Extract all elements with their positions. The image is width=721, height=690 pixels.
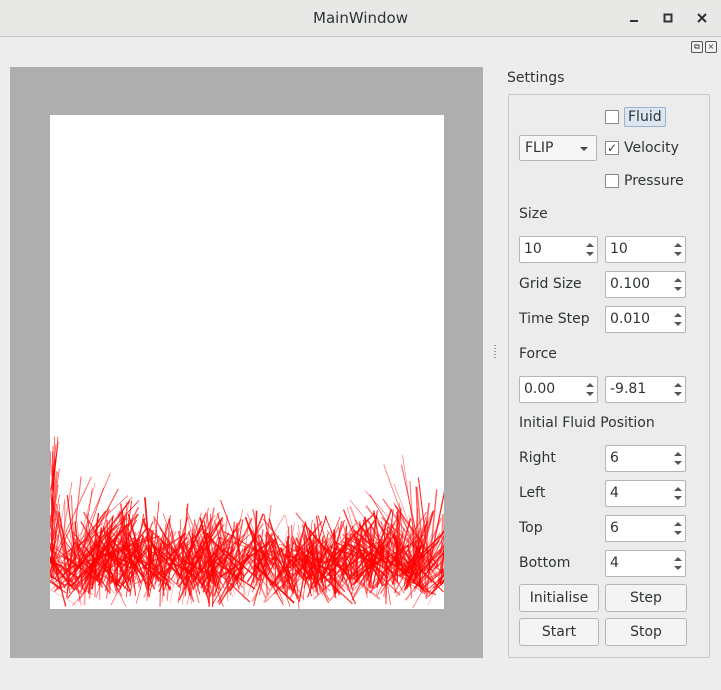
spin-down-icon[interactable]	[674, 322, 682, 326]
spin-down-icon[interactable]	[674, 531, 682, 535]
grid-size-label: Grid Size	[519, 276, 582, 292]
spin-up-icon[interactable]	[674, 313, 682, 317]
size-label: Size	[519, 206, 548, 222]
right-spinbox[interactable]: 6	[605, 445, 686, 472]
spin-up-icon[interactable]	[586, 243, 594, 247]
size-y-spinbox[interactable]: 10	[605, 236, 686, 263]
spin-up-icon[interactable]	[674, 278, 682, 282]
step-button[interactable]: Step	[605, 584, 687, 612]
title-bar: MainWindow	[0, 0, 721, 37]
minimize-icon[interactable]	[624, 8, 644, 28]
spin-up-icon[interactable]	[586, 383, 594, 387]
simulation-domain	[50, 115, 444, 609]
method-select-value: FLIP	[525, 140, 554, 156]
velocity-streaks	[50, 436, 444, 609]
pressure-checkbox-box[interactable]	[605, 174, 619, 188]
velocity-vector	[50, 450, 52, 476]
time-step-value: 0.010	[610, 311, 651, 327]
window-title: MainWindow	[313, 9, 408, 27]
spin-down-icon[interactable]	[674, 461, 682, 465]
spin-down-icon[interactable]	[674, 252, 682, 256]
method-select[interactable]: FLIP	[519, 135, 597, 161]
spin-down-icon[interactable]	[674, 392, 682, 396]
velocity-field	[50, 436, 444, 609]
start-button[interactable]: Start	[519, 618, 599, 646]
right-value: 6	[610, 450, 619, 466]
top-spinbox[interactable]: 6	[605, 515, 686, 542]
initial-fluid-position-label: Initial Fluid Position	[519, 415, 655, 431]
spin-down-icon[interactable]	[674, 496, 682, 500]
spin-up-icon[interactable]	[674, 243, 682, 247]
settings-title: Settings	[507, 70, 565, 86]
fluid-checkbox-box[interactable]	[605, 110, 619, 124]
top-label: Top	[519, 520, 543, 536]
dock-buttons: ⧉ ×	[691, 41, 717, 53]
simulation-view[interactable]	[10, 67, 483, 658]
splitter-handle[interactable]	[494, 345, 496, 359]
spin-up-icon[interactable]	[674, 452, 682, 456]
force-x-value: 0.00	[524, 381, 556, 397]
bottom-spinbox[interactable]: 4	[605, 550, 686, 577]
velocity-checkbox[interactable]: ✓ Velocity	[605, 140, 679, 156]
spin-up-icon[interactable]	[674, 487, 682, 491]
spin-down-icon[interactable]	[674, 566, 682, 570]
left-spinbox[interactable]: 4	[605, 480, 686, 507]
maximize-icon[interactable]	[658, 8, 678, 28]
chevron-down-icon	[580, 147, 588, 151]
spin-down-icon[interactable]	[674, 287, 682, 291]
time-step-spinbox[interactable]: 0.010	[605, 306, 686, 333]
stop-button[interactable]: Stop	[605, 618, 687, 646]
bottom-value: 4	[610, 555, 619, 571]
force-label: Force	[519, 346, 557, 362]
spin-up-icon[interactable]	[674, 383, 682, 387]
fluid-checkbox-label: Fluid	[624, 107, 666, 127]
time-step-label: Time Step	[519, 311, 590, 327]
size-x-spinbox[interactable]: 10	[519, 236, 598, 263]
pressure-checkbox-label: Pressure	[624, 173, 684, 189]
size-x-value: 10	[524, 241, 542, 257]
pressure-checkbox[interactable]: Pressure	[605, 173, 684, 189]
initialise-button[interactable]: Initialise	[519, 584, 599, 612]
right-label: Right	[519, 450, 556, 466]
spin-up-icon[interactable]	[674, 557, 682, 561]
size-y-value: 10	[610, 241, 628, 257]
grid-size-value: 0.100	[610, 276, 651, 292]
close-icon[interactable]	[692, 8, 712, 28]
spin-down-icon[interactable]	[586, 392, 594, 396]
force-x-spinbox[interactable]: 0.00	[519, 376, 598, 403]
top-value: 6	[610, 520, 619, 536]
dock-close-icon[interactable]: ×	[705, 41, 717, 53]
force-y-spinbox[interactable]: -9.81	[605, 376, 686, 403]
fluid-checkbox[interactable]: Fluid	[605, 107, 666, 127]
force-y-value: -9.81	[610, 381, 647, 397]
left-value: 4	[610, 485, 619, 501]
velocity-checkbox-label: Velocity	[624, 140, 679, 156]
dock-float-icon[interactable]: ⧉	[691, 41, 703, 53]
grid-size-spinbox[interactable]: 0.100	[605, 271, 686, 298]
left-label: Left	[519, 485, 546, 501]
velocity-checkbox-box[interactable]: ✓	[605, 141, 619, 155]
bottom-label: Bottom	[519, 555, 571, 571]
spin-up-icon[interactable]	[674, 522, 682, 526]
spin-down-icon[interactable]	[586, 252, 594, 256]
